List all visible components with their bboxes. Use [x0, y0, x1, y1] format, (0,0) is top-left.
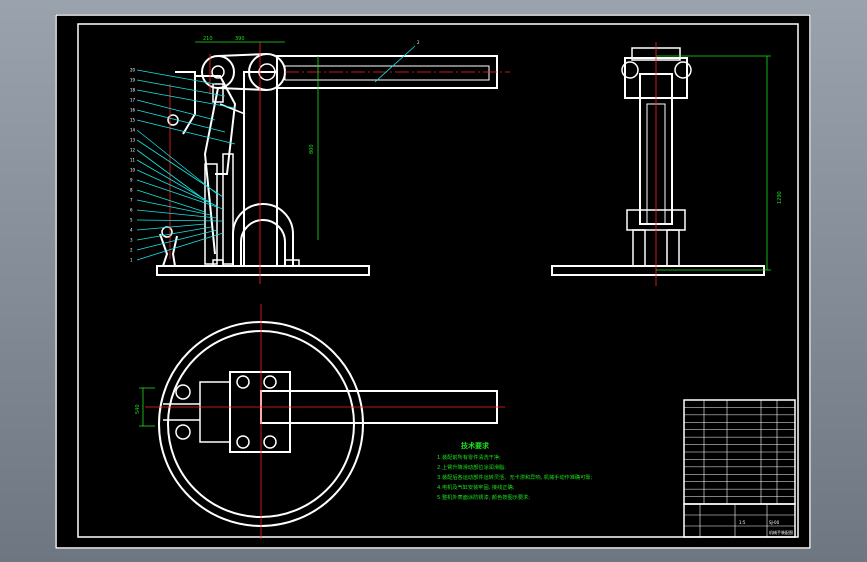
linkage-outer [195, 75, 237, 175]
title-block: SJ-00 1:5 机械手装配图 [683, 503, 796, 538]
tech-requirements: 技术要求 1.装配前所有零件清洗干净; 2.上臂升降滑动部位涂润滑脂; 3.装配… [437, 441, 592, 501]
side-leg-right [666, 229, 680, 267]
callout-2-label: 2 [417, 40, 420, 45]
dim-arm-height-label: 800 [309, 144, 315, 154]
part-number-leader [136, 99, 216, 121]
part-number-label: 15 [130, 118, 136, 123]
part-number-label: 13 [130, 138, 136, 143]
part-number-leader [136, 219, 224, 222]
part-number-label: 11 [130, 158, 136, 163]
front-arm-slot [284, 65, 490, 81]
side-view: 1290 [551, 42, 783, 286]
part-number-leader [136, 139, 224, 198]
side-base-plate [551, 265, 765, 276]
front-view: 210 390 800 2 [156, 36, 510, 284]
part-number-label: 20 [130, 68, 136, 73]
column-arch-inner [240, 219, 286, 266]
part-number-label: 12 [130, 148, 136, 153]
front-column [243, 71, 278, 267]
part-number-label: 18 [130, 88, 136, 93]
plan-bolt-2 [263, 375, 277, 389]
finger-left [159, 233, 169, 267]
plan-gripper-body [199, 381, 231, 443]
title-drawing-name: 机械手装配图 [769, 529, 793, 535]
tech-line-5: 5.整机外表面涂防锈漆, 颜色按图示要求; [437, 493, 530, 501]
plan-finger-bottom [175, 424, 191, 440]
part-number-label: 2 [130, 248, 133, 253]
assembly-drawing: 210 390 800 2 20191817161514131211109876… [55, 14, 811, 549]
part-number-label: 8 [130, 188, 133, 193]
front-base-plate [156, 265, 370, 276]
plan-bolt-1 [236, 375, 250, 389]
linkage-brace [219, 103, 246, 115]
upper-pulley [201, 55, 235, 89]
plan-view: 540 [135, 304, 505, 539]
cad-viewport[interactable]: 210 390 800 2 20 19 18 17 16 15 14 13 12 11 10 9 8 7 6… [55, 14, 811, 549]
side-head-right-boss [674, 61, 692, 79]
callout-2-leader [374, 45, 416, 83]
linkage-rod [203, 87, 219, 255]
dim-top-a: 210 [203, 36, 213, 42]
part-number-label: 14 [130, 128, 136, 133]
part-number-label: 6 [130, 208, 133, 213]
title-drawing-code: SJ-00 [769, 520, 780, 525]
part-number-leaders: 20 19 18 17 16 15 14 13 12 11 10 9 8 7 6 5 4 3 2 1 [130, 68, 236, 263]
part-number-label: 10 [130, 168, 136, 173]
plan-finger-top [175, 384, 191, 400]
part-number-label: 4 [130, 228, 133, 233]
part-number-label: 7 [130, 198, 133, 203]
title-scale: 1:5 [739, 520, 746, 525]
part-number-label: 19 [130, 78, 136, 83]
dim-top-b: 390 [235, 36, 245, 42]
tech-line-4: 4.电机及气缸安装牢固, 接线正确; [437, 483, 515, 491]
part-number-label: 3 [130, 238, 133, 243]
plan-dim-label: 540 [135, 404, 141, 414]
part-number-label: 16 [130, 108, 136, 113]
part-number-leader [136, 79, 226, 97]
side-leg-left [632, 229, 646, 267]
linkage-left [175, 71, 196, 135]
tech-line-3: 3.装配后各运动部件运转灵活、无卡滞和异响, 机械手动作准确可靠; [437, 473, 592, 481]
part-number-label: 9 [130, 178, 133, 183]
plan-bolt-4 [263, 435, 277, 449]
plan-bolt-3 [236, 435, 250, 449]
parts-list [683, 399, 796, 505]
tech-line-1: 1.装配前所有零件清洗干净; [437, 453, 501, 461]
side-dim-label: 1290 [777, 191, 783, 204]
part-number-leader [136, 119, 236, 145]
tech-line-2: 2.上臂升降滑动部位涂润滑脂; [437, 463, 506, 471]
parts-list-rows [684, 407, 795, 497]
part-number-leader [136, 89, 236, 109]
part-number-label: 1 [130, 258, 133, 263]
part-number-label: 5 [130, 218, 133, 223]
part-number-label: 17 [130, 98, 136, 103]
tech-title: 技术要求 [461, 441, 490, 450]
